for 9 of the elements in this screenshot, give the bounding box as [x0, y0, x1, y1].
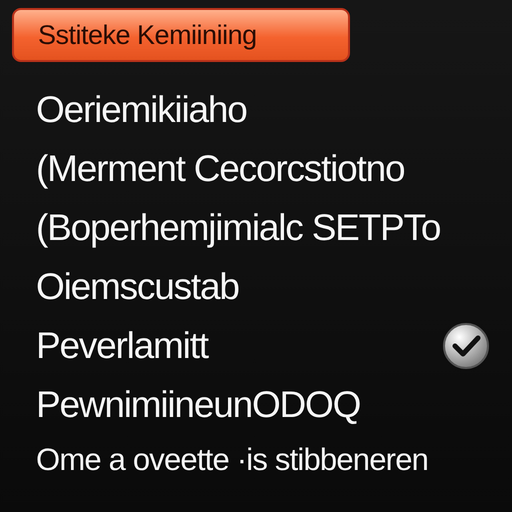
- checkmark-icon[interactable]: [442, 322, 490, 370]
- list-item[interactable]: PewnimiineunODOQ: [36, 384, 360, 426]
- list-item[interactable]: Oiemscustab: [36, 266, 239, 308]
- list-item[interactable]: Peverlamitt: [36, 324, 208, 366]
- header-button[interactable]: Sstiteke Kemiiniing: [12, 8, 350, 62]
- list-item[interactable]: (Boperhemjimialc SETPTo: [36, 206, 440, 248]
- footer-text: Ome a oveette ·is stibbeneren: [35, 442, 430, 478]
- list-item[interactable]: (Merment Cecorcstiotno: [36, 148, 404, 190]
- list-item[interactable]: Oeriemikiiaho: [36, 88, 247, 130]
